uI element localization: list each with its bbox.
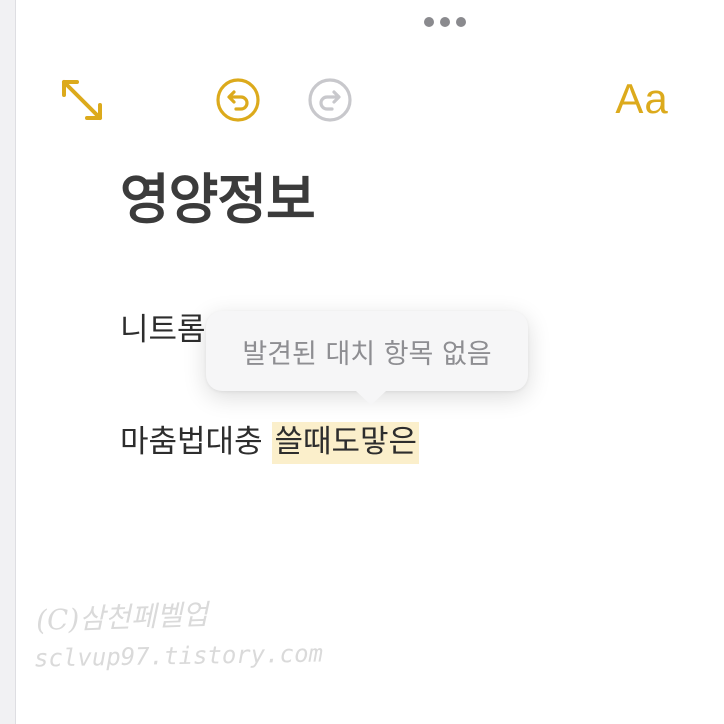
note-title[interactable]: 영양정보 — [120, 166, 316, 234]
undo-button[interactable] — [212, 74, 264, 126]
no-replacements-message: 발견된 대치 항목 없음 — [242, 338, 492, 370]
watermark-url: sclvup97.tistory.com — [33, 639, 324, 673]
redo-icon — [308, 78, 352, 122]
watermark-copyright: (C)삼천페벨업 — [35, 598, 209, 637]
text-format-button[interactable]: Aa — [608, 72, 676, 126]
ellipsis-handle-icon[interactable] — [424, 17, 466, 27]
undo-icon — [216, 78, 260, 122]
note-text: 니트롬 — [120, 312, 206, 348]
dot — [440, 17, 450, 27]
selected-misspelled-word[interactable]: 쓸때도맣은 — [272, 422, 420, 464]
redo-button[interactable] — [304, 74, 356, 126]
note-line[interactable]: 마춤법대충 쓸때도맣은 — [120, 418, 420, 466]
note-line[interactable]: 니트롬 — [120, 306, 206, 354]
dot — [456, 17, 466, 27]
expand-arrows-icon — [62, 80, 102, 120]
spelling-suggestion-popover: 발견된 대치 항목 없음 — [206, 311, 528, 405]
note-text: 마춤법대충 — [120, 424, 273, 460]
sidebar-divider — [0, 0, 16, 724]
expand-button[interactable] — [56, 74, 108, 126]
notes-screen: Aa 영양정보 니트롬 마춤법대충 쓸때도맣은 발견된 대치 항목 없음 (C)… — [0, 0, 724, 724]
dot — [424, 17, 434, 27]
